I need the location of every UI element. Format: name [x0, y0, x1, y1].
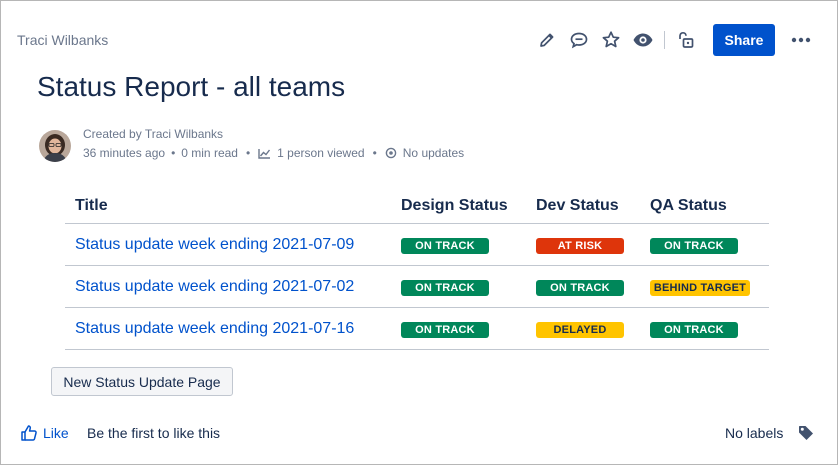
- avatar[interactable]: [39, 130, 71, 162]
- status-update-link[interactable]: Status update week ending 2021-07-09: [75, 236, 354, 253]
- page-metadata: 36 minutes ago • 0 min read • 1 person v…: [83, 146, 464, 160]
- page-frame: Traci Wilbanks Share Status Report - all…: [0, 0, 838, 465]
- design-status-badge: ON TRACK: [401, 237, 489, 254]
- labels-status: No labels: [725, 425, 784, 441]
- table-row: Status update week ending 2021-07-16 ON …: [65, 308, 769, 350]
- qa-status-badge: BEHIND TARGET: [650, 279, 750, 296]
- separator-dot: •: [245, 146, 251, 160]
- comment-icon[interactable]: [563, 24, 595, 56]
- page-toolbar: [531, 23, 702, 57]
- like-button[interactable]: Like: [20, 424, 69, 442]
- separator-dot: •: [171, 146, 176, 160]
- column-header-title: Title: [75, 197, 108, 214]
- status-update-link[interactable]: Status update week ending 2021-07-02: [75, 278, 354, 295]
- column-header-dev: Dev Status: [536, 197, 619, 214]
- design-status-badge: ON TRACK: [401, 279, 489, 296]
- share-button[interactable]: Share: [713, 24, 775, 56]
- viewed-count[interactable]: 1 person viewed: [277, 146, 364, 160]
- created-by: Created by Traci Wilbanks: [83, 127, 224, 141]
- updates-icon: [385, 147, 397, 159]
- table-row: Status update week ending 2021-07-02 ON …: [65, 266, 769, 308]
- tag-icon[interactable]: [797, 424, 815, 442]
- dev-status-badge: AT RISK: [536, 237, 624, 254]
- watch-icon[interactable]: [627, 24, 659, 56]
- separator-dot: •: [372, 146, 377, 160]
- updates-status: No updates: [402, 146, 465, 160]
- like-summary: Be the first to like this: [87, 425, 221, 441]
- analytics-icon: [258, 148, 271, 159]
- star-icon[interactable]: [595, 24, 627, 56]
- more-icon[interactable]: [785, 24, 817, 56]
- time-ago: 36 minutes ago: [83, 146, 166, 160]
- qa-status-badge: ON TRACK: [650, 321, 738, 338]
- toolbar-divider: [664, 31, 665, 49]
- page-title: Status Report - all teams: [37, 71, 346, 102]
- table-header: Title Design Status Dev Status QA Status: [65, 189, 769, 224]
- column-header-design: Design Status: [401, 197, 508, 214]
- unlock-icon[interactable]: [670, 24, 702, 56]
- read-time: 0 min read: [181, 146, 238, 160]
- status-table: Title Design Status Dev Status QA Status…: [65, 189, 769, 350]
- breadcrumb[interactable]: Traci Wilbanks: [17, 32, 108, 48]
- status-update-link[interactable]: Status update week ending 2021-07-16: [75, 320, 354, 337]
- edit-icon[interactable]: [531, 24, 563, 56]
- qa-status-badge: ON TRACK: [650, 237, 738, 254]
- column-header-qa: QA Status: [650, 197, 727, 214]
- design-status-badge: ON TRACK: [401, 321, 489, 338]
- new-status-update-page-button[interactable]: New Status Update Page: [51, 367, 233, 396]
- table-row: Status update week ending 2021-07-09 ON …: [65, 224, 769, 266]
- like-label[interactable]: Like: [43, 425, 69, 441]
- thumbs-up-icon: [21, 425, 37, 441]
- dev-status-badge: DELAYED: [536, 321, 624, 338]
- dev-status-badge: ON TRACK: [536, 279, 624, 296]
